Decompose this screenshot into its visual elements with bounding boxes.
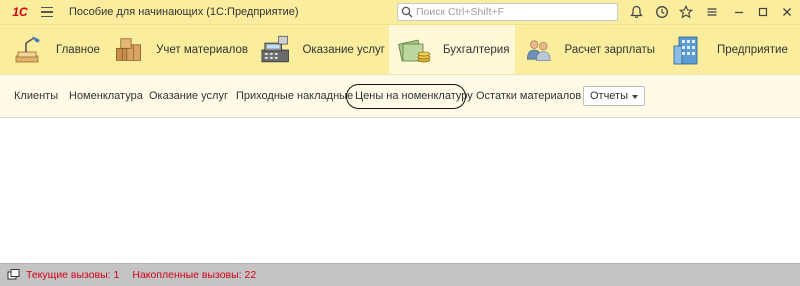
workspace-area — [0, 118, 800, 263]
maximize-icon[interactable] — [755, 4, 771, 20]
section-services-label: Оказание услуг — [302, 44, 385, 56]
reports-button[interactable]: Отчеты — [583, 86, 645, 106]
sections-panel: Главное Учет материалов Оказание услуг Б… — [0, 24, 800, 75]
search-icon — [401, 6, 413, 18]
history-icon[interactable] — [654, 4, 670, 20]
search-input[interactable] — [416, 6, 606, 18]
section-accounting[interactable]: Бухгалтерия — [389, 25, 515, 75]
commands-bar: Клиенты Номенклатура Оказание услуг Прих… — [0, 74, 800, 118]
materials-section-icon — [116, 38, 141, 61]
command-nomenclature-prices[interactable]: Цены на номенклатуру — [355, 90, 473, 102]
command-material-balances[interactable]: Остатки материалов — [476, 90, 581, 102]
minimize-icon[interactable] — [731, 4, 747, 20]
command-clients[interactable]: Клиенты — [14, 90, 58, 102]
more-icon[interactable] — [704, 4, 720, 20]
section-enterprise[interactable]: Предприятие — [671, 25, 791, 75]
menu-icon[interactable] — [39, 4, 55, 20]
section-payroll[interactable]: Расчет зарплаты — [525, 25, 655, 75]
command-incoming-invoices[interactable]: Приходные накладные — [236, 90, 353, 102]
accounting-section-icon — [398, 39, 431, 63]
section-materials-label: Учет материалов — [156, 44, 248, 56]
app-title: Пособие для начинающих (1С:Предприятие) — [69, 6, 299, 18]
section-main-label: Главное — [56, 44, 100, 56]
windows-icon[interactable] — [7, 268, 21, 282]
services-section-icon — [261, 35, 289, 63]
section-materials[interactable]: Учет материалов — [113, 25, 248, 75]
close-icon[interactable] — [779, 4, 795, 20]
main-section-icon — [15, 36, 40, 63]
section-services[interactable]: Оказание услуг — [257, 25, 385, 75]
app-logo: 1С — [12, 5, 28, 19]
enterprise-section-icon — [673, 36, 698, 65]
accumulated-calls: Накопленные вызовы: 22 — [132, 269, 257, 281]
title-bar: 1С Пособие для начинающих (1С:Предприяти… — [0, 0, 800, 24]
reports-button-label: Отчеты — [589, 90, 629, 102]
section-main[interactable]: Главное — [10, 25, 102, 75]
command-services[interactable]: Оказание услуг — [149, 90, 228, 102]
chevron-down-icon — [632, 94, 639, 99]
bell-icon[interactable] — [628, 4, 644, 20]
section-enterprise-label: Предприятие — [717, 44, 788, 56]
section-payroll-label: Расчет зарплаты — [564, 44, 655, 56]
command-nomenclature[interactable]: Номенклатура — [69, 90, 143, 102]
status-bar: Текущие вызовы: 1 Накопленные вызовы: 22 — [0, 263, 800, 286]
star-icon[interactable] — [678, 4, 694, 20]
payroll-section-icon — [527, 40, 551, 61]
current-calls: Текущие вызовы: 1 — [26, 269, 120, 281]
search-box[interactable] — [397, 3, 618, 21]
section-accounting-label: Бухгалтерия — [443, 44, 510, 56]
